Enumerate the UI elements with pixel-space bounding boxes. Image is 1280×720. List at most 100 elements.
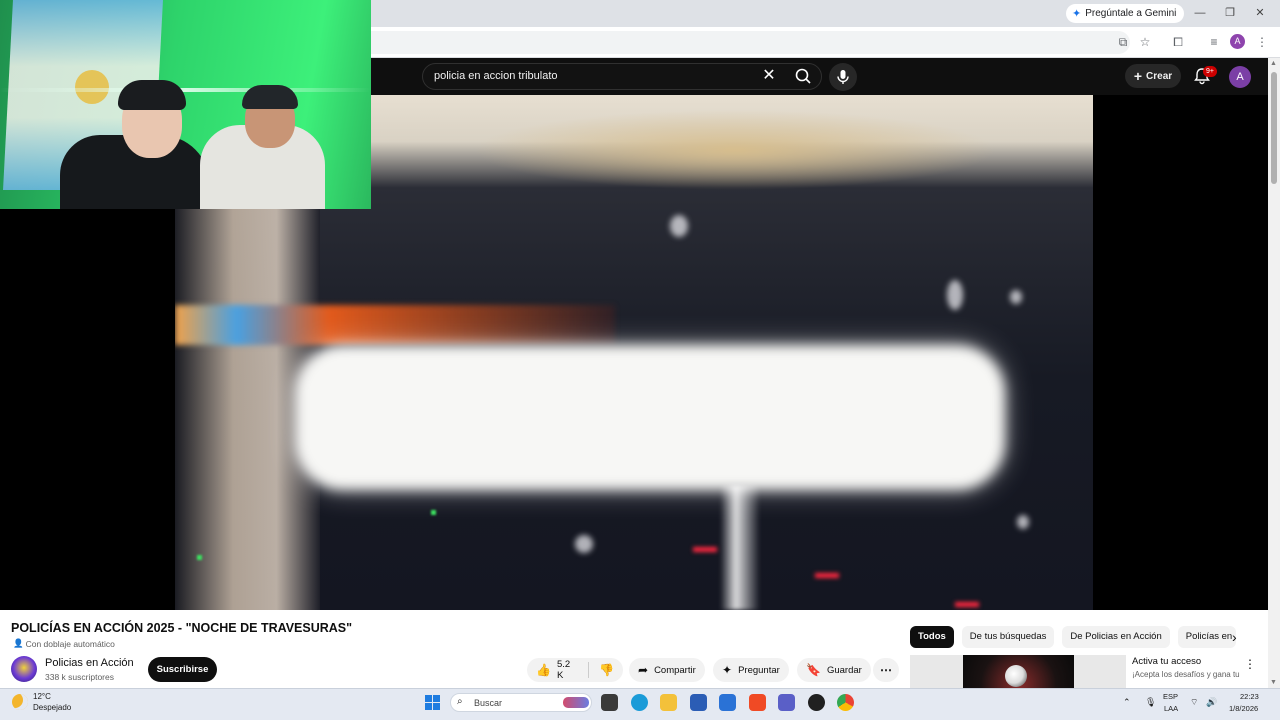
recommendation-subtitle: ¡Acepta los desafíos y gana tu [1132,670,1240,679]
outlook-icon[interactable] [719,694,736,711]
video-green-light [431,510,436,515]
chevron-right-icon[interactable]: › [1232,629,1237,645]
windows-start-icon[interactable] [425,695,440,710]
file-explorer-icon[interactable] [660,694,677,711]
screen: ✦ Pregúntale a Gemini — ❐ ✕ ⧉ ☆ ⧠ ≡ A ⋮ … [0,0,1280,720]
soccer-ball-image [1005,665,1027,687]
subscribe-button[interactable]: Suscribirse [148,657,217,682]
clock-date[interactable]: 1/8/2026 [1229,704,1258,713]
streamer-right-cap [242,85,298,109]
streamer-right [200,85,325,209]
ask-button[interactable]: ✦ Preguntar [713,658,789,682]
share-arrow-icon: ➦ [638,663,649,677]
plus-icon: + [1133,68,1143,84]
page-scrollbar[interactable]: ▲ ▼ [1268,58,1280,688]
taskbar-search-placeholder: Buscar [474,698,503,708]
search-input[interactable]: policia en accion tribulato ✕ [422,63,822,90]
install-app-icon[interactable]: ⧉ [1115,34,1131,50]
minimize-button[interactable]: — [1190,5,1210,21]
video-title: POLICÍAS EN ACCIÓN 2025 - "NOCHE DE TRAV… [11,621,353,635]
scrollbar-thumb[interactable] [1271,72,1277,184]
task-view-icon[interactable] [601,694,618,711]
obs-icon[interactable] [808,694,825,711]
bookmark-star-icon[interactable]: ☆ [1137,34,1153,50]
video-sunset-streak [175,305,615,345]
store-icon[interactable] [690,694,707,711]
teams-icon[interactable] [778,694,795,711]
share-button[interactable]: ➦ Compartir [629,658,705,682]
brave-icon[interactable] [749,694,766,711]
channel-avatar[interactable] [11,656,37,682]
microphone-tray-icon[interactable]: 🎙 [1145,697,1156,708]
like-count[interactable]: 5.2 K [557,659,578,681]
gemini-button[interactable]: ✦ Pregúntale a Gemini [1066,4,1185,23]
address-bar[interactable] [360,31,1130,54]
search-icon[interactable] [788,66,818,86]
thumbs-down-icon[interactable]: 👎 [599,663,614,677]
language-top[interactable]: ESP [1163,692,1178,701]
media-controls-icon[interactable]: ≡ [1206,34,1222,50]
subscriber-count: 338 k suscriptores [45,672,114,682]
scroll-down-icon[interactable]: ▼ [1270,679,1277,686]
save-label: Guardar [826,664,862,676]
sparkle-icon: ✦ [722,663,733,677]
search-icon: ⌕ [457,696,463,707]
thumbs-up-icon[interactable]: 👍 [536,663,551,677]
save-button[interactable]: 🔖 Guardar [797,658,871,682]
recommendation-card[interactable] [910,655,1126,688]
moon-weather-icon[interactable] [12,694,28,710]
wifi-icon[interactable]: ⌔ [1190,697,1198,708]
weather-description[interactable]: Despejado [33,703,71,712]
share-label: Compartir [654,664,696,676]
voice-search-button[interactable] [829,63,857,91]
video-light-spot [575,535,593,553]
video-green-light [197,555,202,560]
chip-from-channel[interactable]: De Policias en Acción [1062,626,1170,648]
video-white-bar [295,345,1005,490]
notification-count-badge: 9+ [1203,66,1217,77]
gemini-sparkle-icon: ✦ [1072,8,1082,20]
more-actions-button[interactable]: ⋯ [873,658,899,682]
restore-button[interactable]: ❐ [1220,5,1240,21]
more-vertical-icon[interactable]: ⋮ [1244,657,1256,671]
recommendation-thumbnail[interactable] [963,655,1074,688]
chip-policias-en[interactable]: Policías en [1177,626,1236,648]
like-dislike-group: 👍 5.2 K 👎 [527,658,623,682]
browser-menu-icon[interactable]: ⋮ [1254,34,1270,50]
clear-search-icon[interactable]: ✕ [760,67,778,85]
streamer-left-cap [118,80,186,110]
video-red-light [693,547,717,552]
edge-icon[interactable] [631,694,648,711]
create-button[interactable]: + Crear [1125,64,1181,88]
clock-time[interactable]: 22:23 [1240,692,1259,701]
gemini-label: Pregúntale a Gemini [1085,8,1177,19]
chip-from-searches[interactable]: De tus búsquedas [961,626,1055,648]
recommendation-chips: Todos De tus búsquedas De Policias en Ac… [910,626,1236,648]
video-red-light [815,573,839,578]
chrome-icon[interactable] [837,694,854,711]
close-window-button[interactable]: ✕ [1250,5,1270,21]
video-light-spot [670,215,688,237]
channel-name[interactable]: Policias en Acción [45,657,134,669]
search-highlight-art [563,697,589,708]
weather-temperature[interactable]: 12°C [33,692,51,701]
scroll-up-icon[interactable]: ▲ [1270,60,1277,67]
chip-all[interactable]: Todos [910,626,954,648]
like-divider [588,662,590,678]
video-light-spot [947,280,963,310]
ask-label: Preguntar [738,664,780,676]
microphone-icon [837,70,849,84]
account-avatar[interactable]: A [1229,66,1251,88]
volume-icon[interactable]: 🔊 [1206,697,1217,708]
video-light-spot [1017,515,1029,529]
create-label: Crear [1146,70,1173,82]
taskbar-search[interactable]: ⌕ Buscar [450,693,592,712]
extensions-icon[interactable]: ⧠ [1170,34,1186,50]
browser-profile-avatar[interactable]: A [1230,34,1245,49]
dubbing-indicator: 👤 Con doblaje automático [13,638,115,649]
language-bottom[interactable]: LAA [1164,704,1178,713]
chevron-up-icon[interactable]: ⌃ [1123,697,1131,708]
search-query: policia en accion tribulato [434,70,558,82]
webcam-overlay [0,0,371,209]
recommendation-title[interactable]: Activa tu acceso [1132,656,1201,667]
